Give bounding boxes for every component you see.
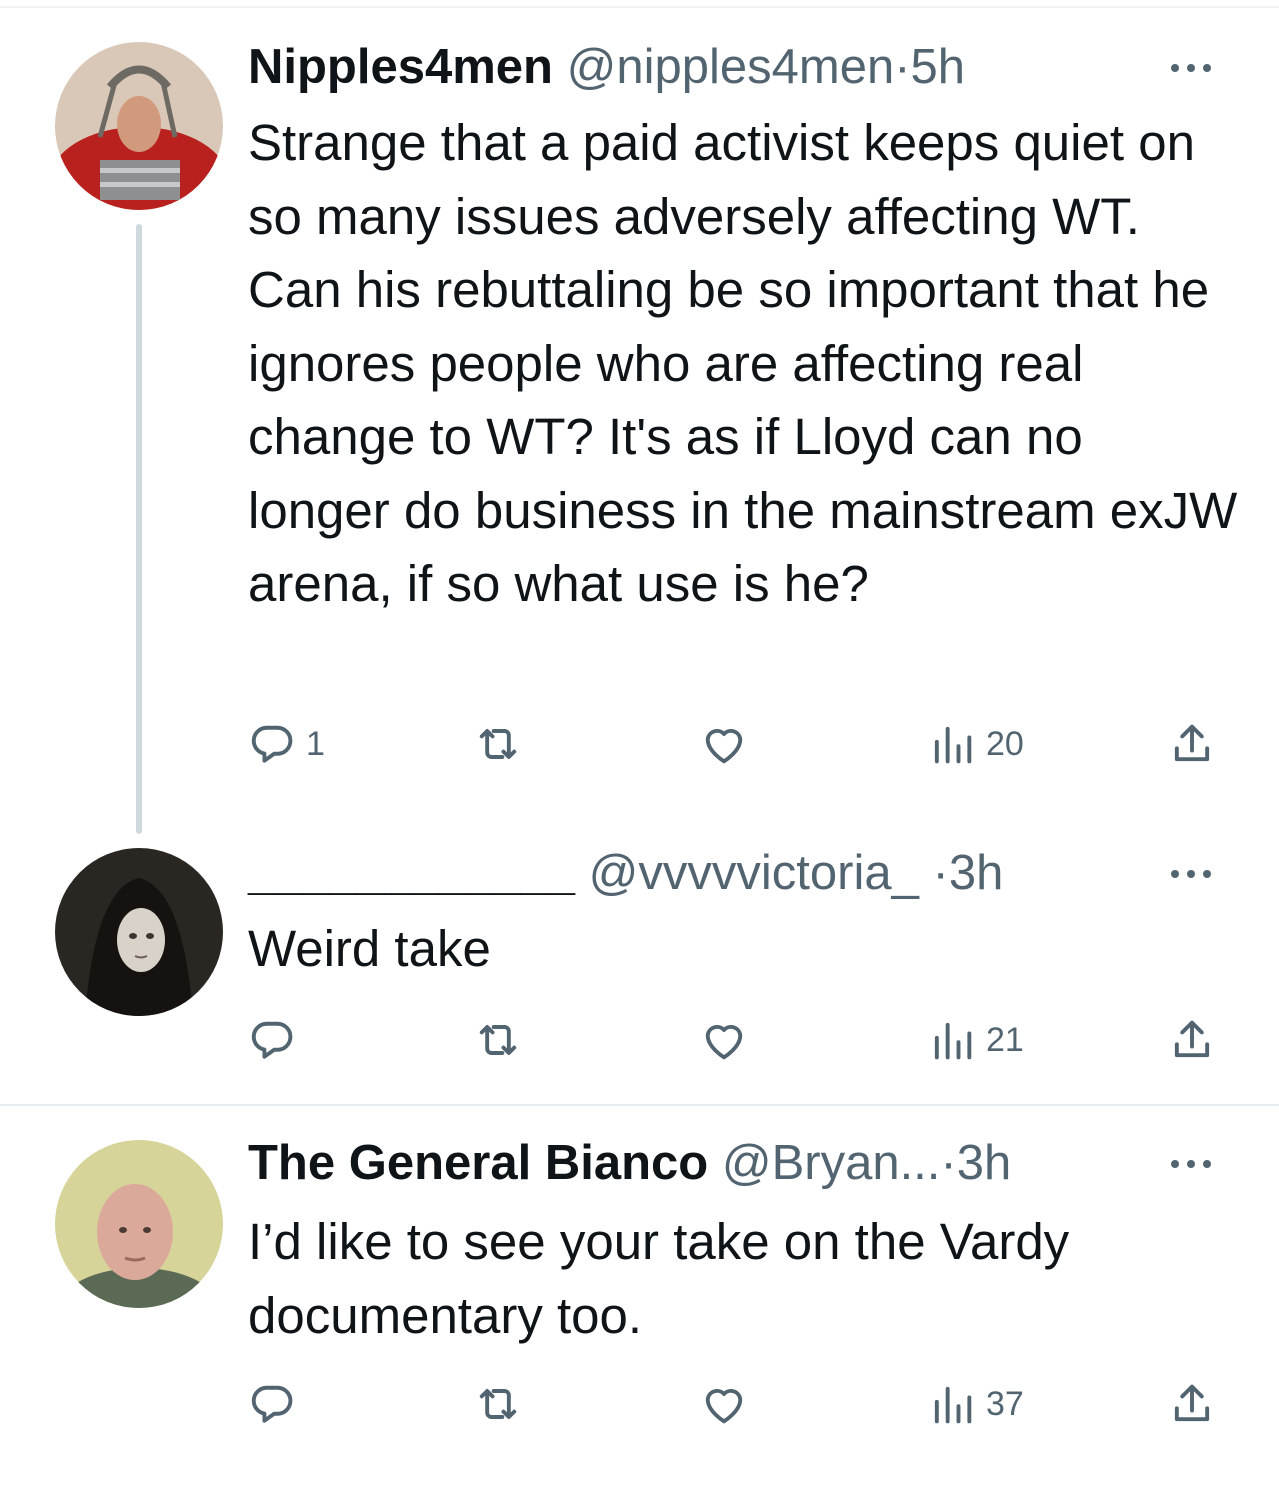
- retweet-button[interactable]: [472, 1374, 524, 1434]
- like-button[interactable]: [698, 1374, 750, 1434]
- retweet-icon: [479, 1025, 517, 1055]
- views-count: 20: [986, 724, 1024, 763]
- user-handle[interactable]: @Bryan...: [722, 1136, 941, 1190]
- avatar[interactable]: [55, 848, 223, 1016]
- display-name[interactable]: The General Bianco: [248, 1136, 708, 1190]
- reply-button[interactable]: [246, 1010, 306, 1070]
- views-button[interactable]: 20: [926, 714, 1024, 774]
- share-icon: [1174, 1020, 1210, 1058]
- separator-dot: ·: [932, 846, 949, 900]
- avatar[interactable]: [55, 42, 223, 210]
- heart-icon: [705, 728, 743, 764]
- reply-icon: [251, 1021, 293, 1059]
- display-name[interactable]: Nipples4men: [248, 40, 553, 94]
- share-icon: [1174, 1384, 1210, 1422]
- share-button[interactable]: [1166, 1010, 1218, 1070]
- display-name[interactable]: ____________: [248, 846, 575, 900]
- user-handle[interactable]: @nipples4men: [567, 40, 895, 94]
- views-count: 21: [986, 1020, 1024, 1059]
- top-separator: [0, 6, 1279, 8]
- views-button[interactable]: 37: [926, 1374, 1024, 1434]
- views-icon: [934, 726, 972, 764]
- like-button[interactable]: [698, 714, 750, 774]
- views-icon: [934, 1386, 972, 1424]
- tweet-divider: [0, 1104, 1279, 1106]
- more-icon[interactable]: [1167, 864, 1215, 884]
- timestamp[interactable]: 3h: [957, 1136, 1012, 1190]
- tweet-header: The General Bianco @Bryan...·3h: [248, 1134, 1189, 1192]
- reply-icon: [251, 725, 293, 763]
- retweet-icon: [479, 1389, 517, 1419]
- user-handle[interactable]: @vvvvvictoria_: [589, 846, 919, 900]
- share-button[interactable]: [1166, 1374, 1218, 1434]
- tweet-text: Weird take: [248, 920, 491, 977]
- separator-dot: ·: [894, 40, 911, 94]
- heart-icon: [705, 1024, 743, 1060]
- tweet-header: ____________ @vvvvvictoria_ ·3h: [248, 844, 1189, 902]
- separator-dot: ·: [940, 1136, 957, 1190]
- reply-button[interactable]: 1: [246, 714, 325, 774]
- views-count: 37: [986, 1384, 1024, 1423]
- retweet-icon: [479, 729, 517, 759]
- views-icon: [934, 1022, 972, 1060]
- more-icon[interactable]: [1167, 1154, 1215, 1174]
- retweet-button[interactable]: [472, 1010, 524, 1070]
- share-button[interactable]: [1166, 714, 1218, 774]
- tweet-text: I’d like to see your take on the Vardy d…: [248, 1213, 1070, 1344]
- tweet-text: Strange that a paid activist keeps quiet…: [248, 114, 1238, 612]
- reply-icon: [251, 1385, 293, 1423]
- action-bar: 37: [0, 1374, 1279, 1434]
- timestamp[interactable]: 3h: [949, 846, 1004, 900]
- heart-icon: [705, 1388, 743, 1424]
- action-bar: 1 20: [0, 714, 1279, 774]
- share-icon: [1174, 724, 1210, 762]
- tweet-header: Nipples4men @nipples4men·5h: [248, 38, 1189, 96]
- action-bar: 21: [0, 1010, 1279, 1070]
- views-button[interactable]: 21: [926, 1010, 1024, 1070]
- avatar[interactable]: [55, 1140, 223, 1308]
- reply-button[interactable]: [246, 1374, 306, 1434]
- like-button[interactable]: [698, 1010, 750, 1070]
- reply-count: 1: [306, 724, 325, 763]
- timestamp[interactable]: 5h: [911, 40, 966, 94]
- retweet-button[interactable]: [472, 714, 524, 774]
- more-icon[interactable]: [1167, 58, 1215, 78]
